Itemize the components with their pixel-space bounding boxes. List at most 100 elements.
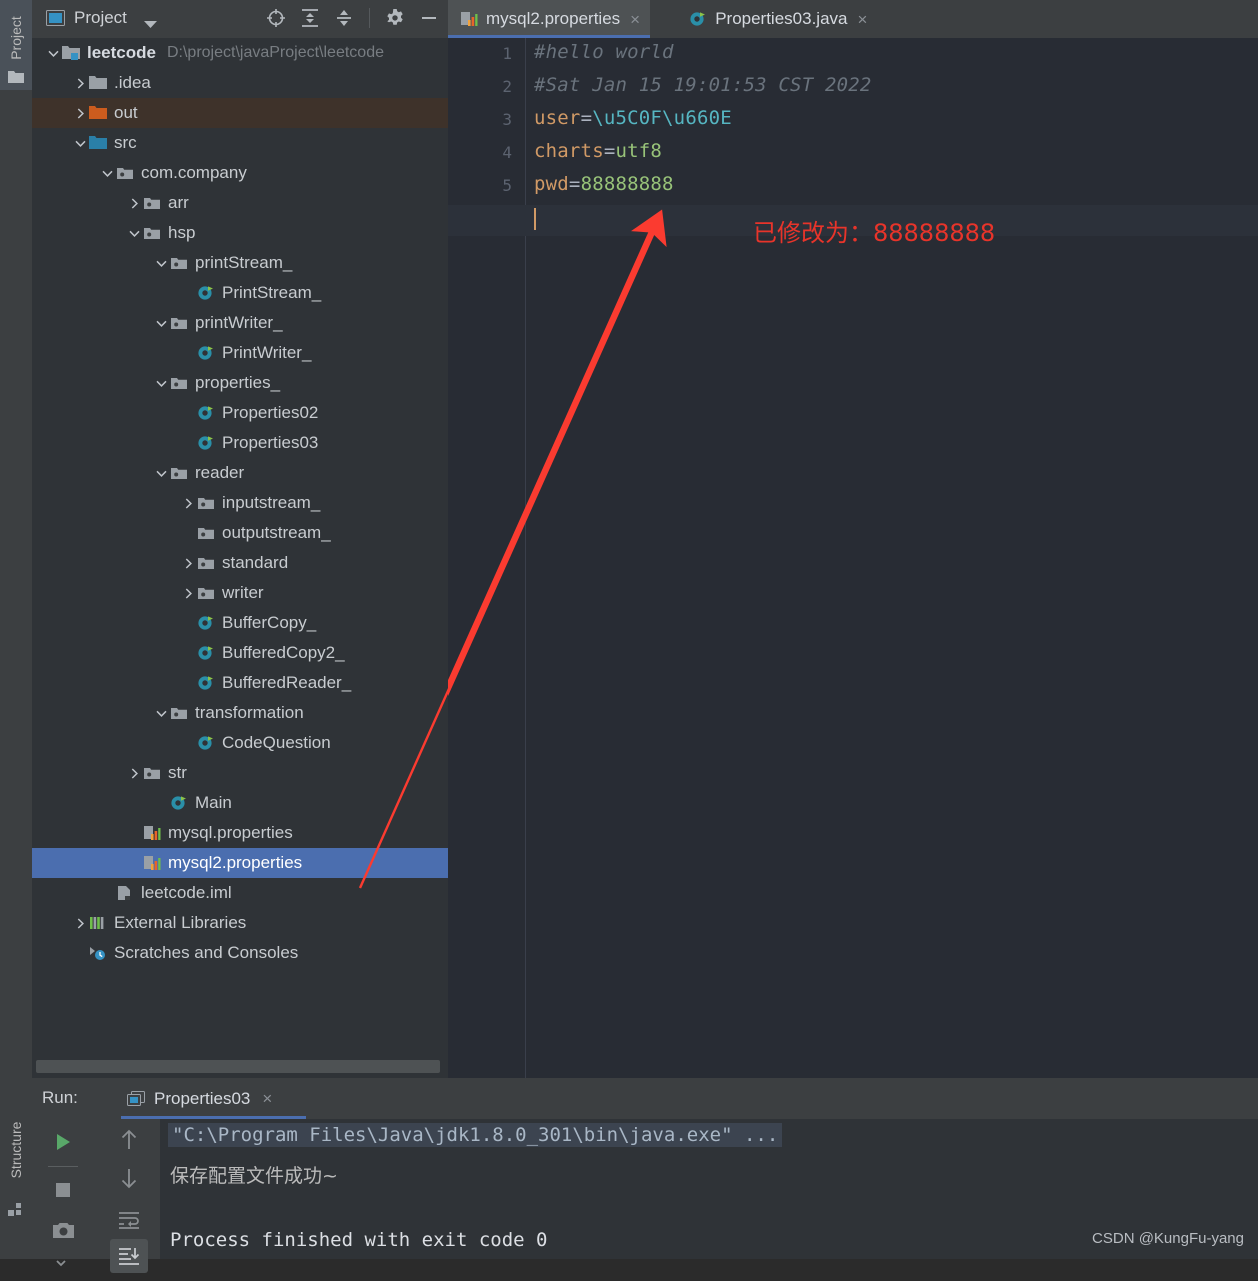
line-number: 2 xyxy=(502,77,512,96)
console-command-line: "C:\Program Files\Java\jdk1.8.0_301\bin\… xyxy=(168,1123,783,1147)
tree-node-printwriter-[interactable]: printWriter_ xyxy=(32,308,448,338)
soft-wrap-icon[interactable] xyxy=(112,1203,146,1237)
tree-node-standard[interactable]: standard xyxy=(32,548,448,578)
tree-node-str[interactable]: str xyxy=(32,758,448,788)
tree-node-main[interactable]: Main xyxy=(32,788,448,818)
tree-twisty-placeholder xyxy=(179,614,197,632)
chevron-right-icon[interactable] xyxy=(179,584,197,602)
locate-target-icon[interactable] xyxy=(265,7,287,29)
run-console[interactable]: "C:\Program Files\Java\jdk1.8.0_301\bin\… xyxy=(160,1119,1258,1259)
close-icon[interactable]: × xyxy=(858,11,868,28)
chevron-right-icon[interactable] xyxy=(125,194,143,212)
chevron-down-icon[interactable] xyxy=(152,314,170,332)
sidebar-tab-structure[interactable]: Structure xyxy=(0,1094,32,1259)
java-class-icon xyxy=(170,794,188,812)
package-icon xyxy=(197,584,215,602)
tree-node-leetcode[interactable]: leetcode D:\project\javaProject\leetcode xyxy=(32,38,448,68)
tree-node-codequestion[interactable]: CodeQuestion xyxy=(32,728,448,758)
chevron-down-icon[interactable] xyxy=(44,44,62,62)
tree-node-outputstream-[interactable]: outputstream_ xyxy=(32,518,448,548)
tree-node-leetcode-iml[interactable]: leetcode.iml xyxy=(32,878,448,908)
tree-node--idea[interactable]: .idea xyxy=(32,68,448,98)
editor-code-area[interactable]: #hello world #Sat Jan 15 19:01:53 CST 202… xyxy=(448,38,1258,1078)
arrow-up-icon[interactable] xyxy=(112,1123,146,1157)
tree-node-properties03[interactable]: Properties03 xyxy=(32,428,448,458)
stop-icon[interactable] xyxy=(46,1173,80,1207)
tree-twisty-placeholder xyxy=(179,674,197,692)
minimize-icon[interactable] xyxy=(418,7,440,29)
tree-twisty-placeholder xyxy=(98,884,116,902)
editor-tab-properties03-java[interactable]: Properties03.java × xyxy=(677,0,877,38)
camera-icon[interactable] xyxy=(46,1213,80,1247)
expand-all-icon[interactable] xyxy=(299,7,321,29)
tree-node-external-libraries[interactable]: External Libraries xyxy=(32,908,448,938)
module-folder-icon xyxy=(62,44,80,62)
chevron-right-icon[interactable] xyxy=(179,554,197,572)
collapse-all-icon[interactable] xyxy=(333,7,355,29)
tree-node-bufferedcopy2-[interactable]: BufferedCopy2_ xyxy=(32,638,448,668)
code-line[interactable]: #Sat Jan 15 19:01:53 CST 2022 xyxy=(534,74,872,96)
arrow-down-icon[interactable] xyxy=(112,1161,146,1195)
project-tree-hscrollbar[interactable] xyxy=(32,1056,448,1078)
chevron-down-icon[interactable] xyxy=(152,374,170,392)
chevron-down-icon[interactable] xyxy=(152,254,170,272)
chevron-right-icon[interactable] xyxy=(179,494,197,512)
chevron-right-icon[interactable] xyxy=(71,104,89,122)
code-line[interactable]: user=\u5C0F\u660E xyxy=(534,107,732,129)
scrollbar-thumb[interactable] xyxy=(36,1060,440,1073)
tree-node-printstream-[interactable]: PrintStream_ xyxy=(32,278,448,308)
run-tab-properties03[interactable]: Properties03 × xyxy=(119,1078,280,1119)
editor-area: mysql2.properties × Properties03.java × 1 2 3… xyxy=(448,0,1258,1078)
tree-node-hsp[interactable]: hsp xyxy=(32,218,448,248)
run-panel-header: Run: Properties03 × xyxy=(32,1078,1258,1119)
tree-node-bufferedreader-[interactable]: BufferedReader_ xyxy=(32,668,448,698)
project-tree[interactable]: leetcode D:\project\javaProject\leetcode.… xyxy=(32,38,448,1056)
chevron-down-icon[interactable] xyxy=(71,134,89,152)
close-icon[interactable]: × xyxy=(262,1089,272,1109)
close-icon[interactable]: × xyxy=(630,11,640,28)
editor-tab-mysql2-properties[interactable]: mysql2.properties × xyxy=(448,0,651,38)
tree-node-out[interactable]: out xyxy=(32,98,448,128)
code-line[interactable]: #hello world xyxy=(534,41,674,63)
chevron-right-icon[interactable] xyxy=(71,914,89,932)
tree-node-writer[interactable]: writer xyxy=(32,578,448,608)
run-toolbar-secondary xyxy=(100,1119,161,1273)
code-token-eq: = xyxy=(580,107,593,129)
gear-icon[interactable] xyxy=(384,7,406,29)
chevron-down-icon[interactable] xyxy=(98,164,116,182)
code-line[interactable]: charts=utf8 xyxy=(534,140,662,162)
chevron-down-icon[interactable] xyxy=(152,464,170,482)
chevron-right-icon[interactable] xyxy=(71,74,89,92)
properties-file-icon xyxy=(460,10,478,28)
tree-node-printwriter-[interactable]: PrintWriter_ xyxy=(32,338,448,368)
tree-twisty-placeholder xyxy=(179,524,197,542)
tree-node-scratches-and-consoles[interactable]: Scratches and Consoles xyxy=(32,938,448,968)
chevron-right-icon[interactable] xyxy=(125,764,143,782)
code-line[interactable]: pwd=88888888 xyxy=(534,173,674,195)
tree-node-mysql2-properties[interactable]: mysql2.properties xyxy=(32,848,448,878)
editor-gutter[interactable]: 123456 xyxy=(448,38,526,1078)
chevron-down-icon[interactable] xyxy=(144,16,157,34)
tree-node-inputstream-[interactable]: inputstream_ xyxy=(32,488,448,518)
tree-node-label: leetcode xyxy=(87,43,156,62)
tree-node-label: Properties02 xyxy=(222,403,319,422)
package-icon xyxy=(170,464,188,482)
tree-node-properties02[interactable]: Properties02 xyxy=(32,398,448,428)
tree-node-mysql-properties[interactable]: mysql.properties xyxy=(32,818,448,848)
tree-node-transformation[interactable]: transformation xyxy=(32,698,448,728)
chevron-down-icon[interactable] xyxy=(125,224,143,242)
tree-node-buffercopy-[interactable]: BufferCopy_ xyxy=(32,608,448,638)
tree-node-printstream-[interactable]: printStream_ xyxy=(32,248,448,278)
more-icon[interactable] xyxy=(46,1247,80,1281)
code-token-eq: = xyxy=(603,140,616,162)
tree-node-arr[interactable]: arr xyxy=(32,188,448,218)
tree-node-properties-[interactable]: properties_ xyxy=(32,368,448,398)
tree-node-src[interactable]: src xyxy=(32,128,448,158)
tree-node-label: writer xyxy=(222,583,264,602)
chevron-down-icon[interactable] xyxy=(152,704,170,722)
run-icon[interactable] xyxy=(46,1125,80,1159)
tree-node-com-company[interactable]: com.company xyxy=(32,158,448,188)
project-panel: Project leetcode D:\project\javaProject\… xyxy=(32,0,448,1078)
tree-node-reader[interactable]: reader xyxy=(32,458,448,488)
scroll-to-end-icon[interactable] xyxy=(110,1239,148,1273)
